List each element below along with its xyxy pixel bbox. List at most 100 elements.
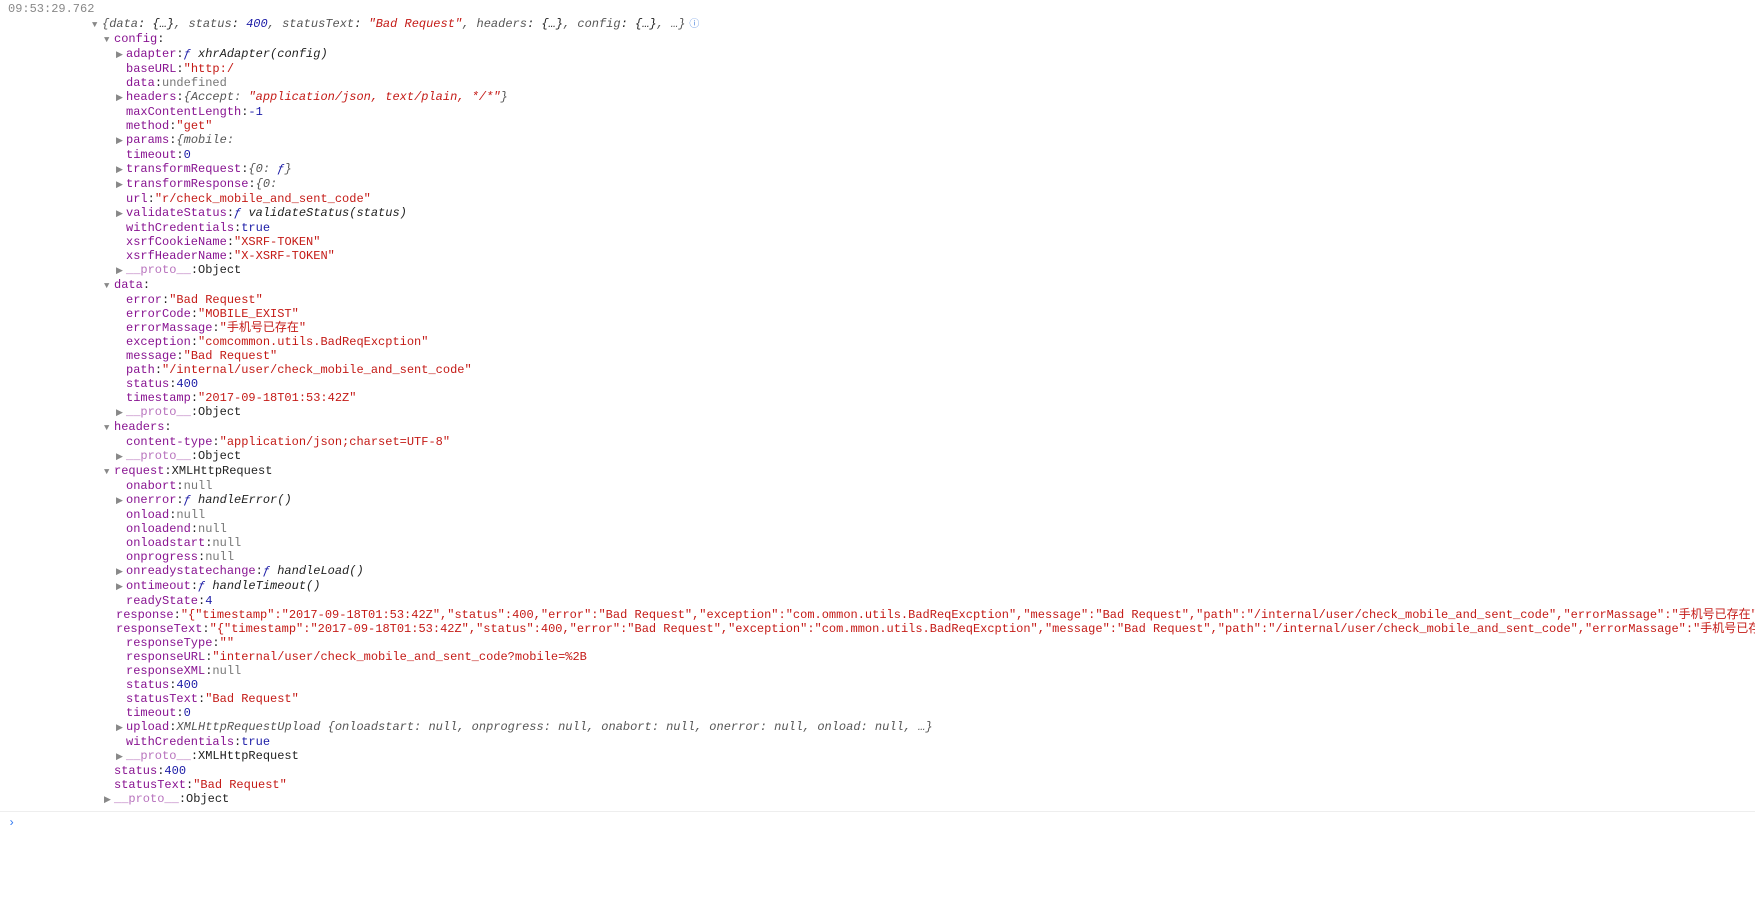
onloadend-row[interactable]: onloadend: null — [92, 522, 1755, 536]
responsetext-row[interactable]: responseText: "{"timestamp":"2017-09-18T… — [92, 622, 1755, 636]
responsetype-value: "" — [220, 636, 234, 650]
baseurl-value: "http:/ — [184, 62, 234, 76]
expand-arrow-right-icon[interactable]: ▶ — [116, 48, 126, 62]
readystate-value: 4 — [205, 594, 212, 608]
transformrequest-row[interactable]: ▶transformRequest: {0: ƒ} — [92, 162, 1755, 177]
data-status-row[interactable]: status: 400 — [92, 377, 1755, 391]
responsexml-row[interactable]: responseXML: null — [92, 664, 1755, 678]
onabort-row[interactable]: onabort: null — [92, 479, 1755, 493]
request-proto-row[interactable]: ▶__proto__: XMLHttpRequest — [92, 749, 1755, 764]
errorcode-row[interactable]: errorCode: "MOBILE_EXIST" — [92, 307, 1755, 321]
info-icon[interactable]: ⓘ — [689, 19, 701, 31]
withcredentials-row[interactable]: withCredentials: true — [92, 221, 1755, 235]
onload-row[interactable]: onload: null — [92, 508, 1755, 522]
content-type-row[interactable]: content-type: "application/json;charset=… — [92, 435, 1755, 449]
maxcontentlength-row[interactable]: maxContentLength: -1 — [92, 105, 1755, 119]
expand-arrow-right-icon[interactable]: ▶ — [116, 91, 126, 105]
xsrfcookiename-row[interactable]: xsrfCookieName: "XSRF-TOKEN" — [92, 235, 1755, 249]
expand-arrow-down-icon[interactable]: ▼ — [104, 279, 114, 293]
onloadstart-row[interactable]: onloadstart: null — [92, 536, 1755, 550]
config-proto-value: Object — [198, 263, 241, 277]
adapter-row[interactable]: ▶adapter: ƒ xhrAdapter(config) — [92, 47, 1755, 62]
validatestatus-row[interactable]: ▶validateStatus: ƒ validateStatus(status… — [92, 206, 1755, 221]
request-withcredentials-value: true — [241, 735, 270, 749]
config-data-row[interactable]: data: undefined — [92, 76, 1755, 90]
expand-arrow-right-icon[interactable]: ▶ — [116, 207, 126, 221]
data-row[interactable]: ▼ data: — [92, 278, 1755, 293]
root-statustext-row[interactable]: statusText: "Bad Request" — [92, 778, 1755, 792]
brace-close: } — [678, 17, 685, 31]
errormassage-row[interactable]: errorMassage: "手机号已存在" — [92, 321, 1755, 335]
config-data-value: undefined — [162, 76, 227, 90]
responseurl-row[interactable]: responseURL: " internal/user/check_mobil… — [92, 650, 1755, 664]
root-status-row[interactable]: status: 400 — [92, 764, 1755, 778]
root-object-row[interactable]: ▼ {data: {…}, status: 400, statusText: "… — [92, 17, 1755, 32]
readystate-row[interactable]: readyState: 4 — [92, 594, 1755, 608]
response-row[interactable]: response: "{"timestamp":"2017-09-18T01:5… — [92, 608, 1755, 622]
request-statustext-row[interactable]: statusText: "Bad Request" — [92, 692, 1755, 706]
expand-arrow-right-icon[interactable]: ▶ — [116, 580, 126, 594]
console-prompt[interactable]: › — [0, 811, 1755, 834]
exception-row[interactable]: exception: "com common.utils.BadReqExcpt… — [92, 335, 1755, 349]
params-row[interactable]: ▶params: {mobile: — [92, 133, 1755, 148]
expand-arrow-right-icon[interactable]: ▶ — [116, 494, 126, 508]
data-timestamp-row[interactable]: timestamp: "2017-09-18T01:53:42Z" — [92, 391, 1755, 405]
xsrfheadername-row[interactable]: xsrfHeaderName: "X-XSRF-TOKEN" — [92, 249, 1755, 263]
upload-row[interactable]: ▶upload: XMLHttpRequestUpload {onloadsta… — [92, 720, 1755, 735]
expand-arrow-down-icon[interactable]: ▼ — [104, 33, 114, 47]
request-row[interactable]: ▼ request: XMLHttpRequest — [92, 464, 1755, 479]
data-error-row[interactable]: error: "Bad Request" — [92, 293, 1755, 307]
data-proto-row[interactable]: ▶__proto__: Object — [92, 405, 1755, 420]
expand-arrow-down-icon[interactable]: ▼ — [92, 18, 102, 32]
log-timestamp: 09:53:29.762 — [0, 2, 1755, 16]
request-withcredentials-row[interactable]: withCredentials: true — [92, 735, 1755, 749]
responsetext-value-1: "{"timestamp":"2017-09-18T01:53:42Z","st… — [210, 622, 851, 636]
expand-arrow-right-icon[interactable]: ▶ — [116, 750, 126, 764]
config-timeout-row[interactable]: timeout: 0 — [92, 148, 1755, 162]
root-proto-row[interactable]: ▶__proto__: Object — [92, 792, 1755, 807]
config-headers-row[interactable]: ▶headers: {Accept: "application/json, te… — [92, 90, 1755, 105]
expand-arrow-down-icon[interactable]: ▼ — [104, 465, 114, 479]
request-status-value: 400 — [176, 678, 198, 692]
request-status-row[interactable]: status: 400 — [92, 678, 1755, 692]
expand-arrow-right-icon[interactable]: ▶ — [116, 163, 126, 177]
preview-status-key: status — [188, 17, 231, 31]
onloadstart-value: null — [212, 536, 241, 550]
headers-row[interactable]: ▼ headers: — [92, 420, 1755, 435]
xsrfcookiename-value: "XSRF-TOKEN" — [234, 235, 320, 249]
expand-arrow-right-icon[interactable]: ▶ — [116, 450, 126, 464]
ontimeout-row[interactable]: ▶ontimeout: ƒ handleTimeout() — [92, 579, 1755, 594]
expand-arrow-right-icon[interactable]: ▶ — [116, 406, 126, 420]
request-proto-value: XMLHttpRequest — [198, 749, 299, 763]
config-row[interactable]: ▼ config: — [92, 32, 1755, 47]
baseurl-row[interactable]: baseURL: "http:/ — [92, 62, 1755, 76]
onerror-row[interactable]: ▶onerror: ƒ handleError() — [92, 493, 1755, 508]
onprogress-value: null — [205, 550, 234, 564]
request-timeout-row[interactable]: timeout: 0 — [92, 706, 1755, 720]
responsetype-row[interactable]: responseType: "" — [92, 636, 1755, 650]
headers-proto-row[interactable]: ▶__proto__: Object — [92, 449, 1755, 464]
url-row[interactable]: url: " r/check_mobile_and_sent_code" — [92, 192, 1755, 206]
config-proto-row[interactable]: ▶__proto__: Object — [92, 263, 1755, 278]
data-message-value: "Bad Request" — [184, 349, 278, 363]
expand-arrow-right-icon[interactable]: ▶ — [104, 793, 114, 807]
responseurl-value: internal/user/check_mobile_and_sent_code… — [220, 650, 587, 664]
expand-arrow-right-icon[interactable]: ▶ — [116, 178, 126, 192]
onprogress-row[interactable]: onprogress: null — [92, 550, 1755, 564]
expand-arrow-right-icon[interactable]: ▶ — [116, 721, 126, 735]
exception-value: common.utils.BadReqExcption" — [227, 335, 429, 349]
onreadystatechange-row[interactable]: ▶onreadystatechange: ƒ handleLoad() — [92, 564, 1755, 579]
onabort-value: null — [184, 479, 213, 493]
expand-arrow-right-icon[interactable]: ▶ — [116, 264, 126, 278]
maxcontentlength-value: -1 — [248, 105, 262, 119]
expand-arrow-right-icon[interactable]: ▶ — [116, 134, 126, 148]
path-value: "/internal/user/check_mobile_and_sent_co… — [162, 363, 472, 377]
expand-arrow-right-icon[interactable]: ▶ — [116, 565, 126, 579]
method-value: "get" — [176, 119, 212, 133]
path-row[interactable]: path: "/internal/user/check_mobile_and_s… — [92, 363, 1755, 377]
method-row[interactable]: method: "get" — [92, 119, 1755, 133]
ontimeout-fn: handleTimeout() — [212, 579, 320, 593]
transformresponse-row[interactable]: ▶transformResponse: {0: — [92, 177, 1755, 192]
data-message-row[interactable]: message: "Bad Request" — [92, 349, 1755, 363]
expand-arrow-down-icon[interactable]: ▼ — [104, 421, 114, 435]
